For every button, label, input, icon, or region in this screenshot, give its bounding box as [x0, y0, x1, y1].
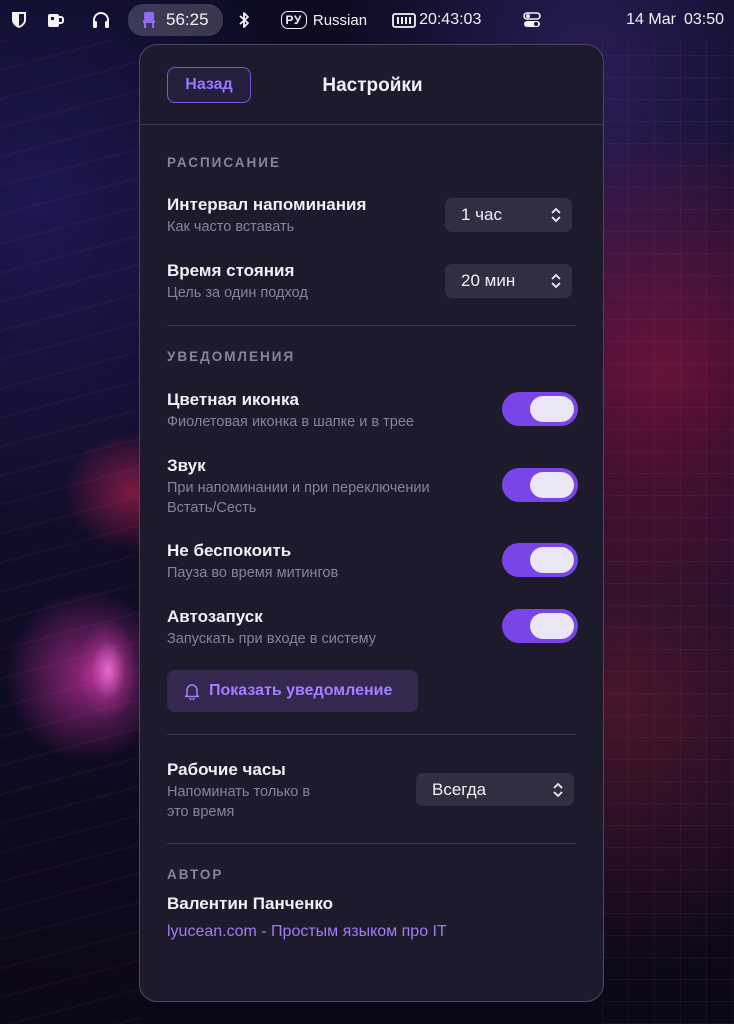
sound-subtitle-line-1: При напоминании и при переключении	[167, 480, 430, 496]
chair-icon	[138, 9, 160, 31]
work-hours-subtitle-line-1: Напоминать только в	[167, 784, 311, 800]
author-name: Валентин Панченко	[167, 894, 333, 913]
wallpaper-left	[0, 40, 140, 1024]
wallpaper-neon-sign	[78, 618, 138, 722]
color-icon-title: Цветная иконка	[167, 390, 299, 409]
work-hours-select-value: Всегда	[432, 779, 487, 799]
toggle-knob	[530, 547, 574, 573]
standup-timer[interactable]: 56:25	[128, 4, 223, 36]
language-name: Russian	[312, 11, 368, 29]
interval-select[interactable]: 1 час	[445, 198, 572, 232]
chevron-up-down-icon	[551, 207, 561, 223]
menu-bar: 56:25 РУ Russian 20:43:03 14 Mar 03:50	[0, 0, 734, 40]
work-hours-title: Рабочие часы	[167, 760, 286, 779]
section-label-notifications: УВЕДОМЛЕНИЯ	[167, 349, 296, 364]
panel-header: Назад Настройки	[140, 45, 603, 125]
bell-icon	[184, 684, 200, 700]
section-label-schedule: РАСПИСАНИЕ	[167, 155, 282, 170]
interval-subtitle: Как часто вставать	[167, 219, 295, 235]
clock-widget[interactable]: 20:43:03	[391, 5, 481, 35]
work-hours-subtitle-line-2: это время	[167, 804, 235, 820]
autostart-toggle[interactable]	[502, 609, 578, 643]
author-link[interactable]: lyucean.com - Простым языком про IT	[167, 923, 447, 941]
clock-widget-time: 20:43:03	[419, 11, 482, 28]
headphones-icon[interactable]	[90, 9, 112, 31]
standing-select[interactable]: 20 мин	[445, 264, 572, 298]
menubar-time[interactable]: 03:50	[684, 5, 724, 35]
input-language[interactable]: РУ Russian	[280, 5, 368, 35]
divider	[167, 734, 576, 735]
wallpaper-right	[602, 40, 734, 1024]
divider	[167, 325, 576, 326]
page-title: Настройки	[322, 75, 423, 96]
interval-title: Интервал напоминания	[167, 195, 367, 214]
standing-select-value: 20 мин	[461, 271, 516, 290]
autostart-title: Автозапуск	[167, 607, 263, 626]
dnd-toggle[interactable]	[502, 543, 578, 577]
autostart-subtitle: Запускать при входе в систему	[167, 631, 377, 647]
menubar-date[interactable]: 14 Mar	[626, 5, 676, 35]
shield-icon[interactable]	[8, 9, 30, 31]
toggle-knob	[530, 613, 574, 639]
dnd-title: Не беспокоить	[167, 541, 292, 560]
toggle-knob	[530, 396, 574, 422]
sound-toggle[interactable]	[502, 468, 578, 502]
chevron-up-down-icon	[553, 782, 563, 798]
work-hours-select[interactable]: Всегда	[416, 773, 574, 806]
show-notification-label: Показать уведомление	[209, 682, 393, 699]
show-notification-button[interactable]: Показать уведомление	[167, 670, 418, 712]
sound-title: Звук	[167, 456, 206, 475]
control-center-icon[interactable]	[521, 9, 543, 31]
keyboard-icon	[391, 9, 417, 31]
settings-panel: Назад Настройки РАСПИСАНИЕ Интервал напо…	[139, 44, 604, 1002]
timer-value: 56:25	[166, 10, 209, 29]
sound-subtitle-line-2: Встать/Сесть	[167, 500, 257, 516]
mug-icon[interactable]	[44, 9, 66, 31]
color-icon-subtitle: Фиолетовая иконка в шапке и в трее	[167, 414, 414, 430]
toggle-knob	[530, 472, 574, 498]
bluetooth-icon[interactable]	[233, 9, 255, 31]
standing-title: Время стояния	[167, 261, 295, 280]
divider	[167, 843, 576, 844]
chevron-up-down-icon	[551, 273, 561, 289]
standing-subtitle: Цель за один подход	[167, 285, 308, 301]
section-label-author: АВТОР	[167, 867, 224, 882]
color-icon-toggle[interactable]	[502, 392, 578, 426]
interval-select-value: 1 час	[461, 205, 502, 224]
dnd-subtitle: Пауза во время митингов	[167, 565, 339, 581]
language-badge: РУ	[280, 11, 307, 29]
